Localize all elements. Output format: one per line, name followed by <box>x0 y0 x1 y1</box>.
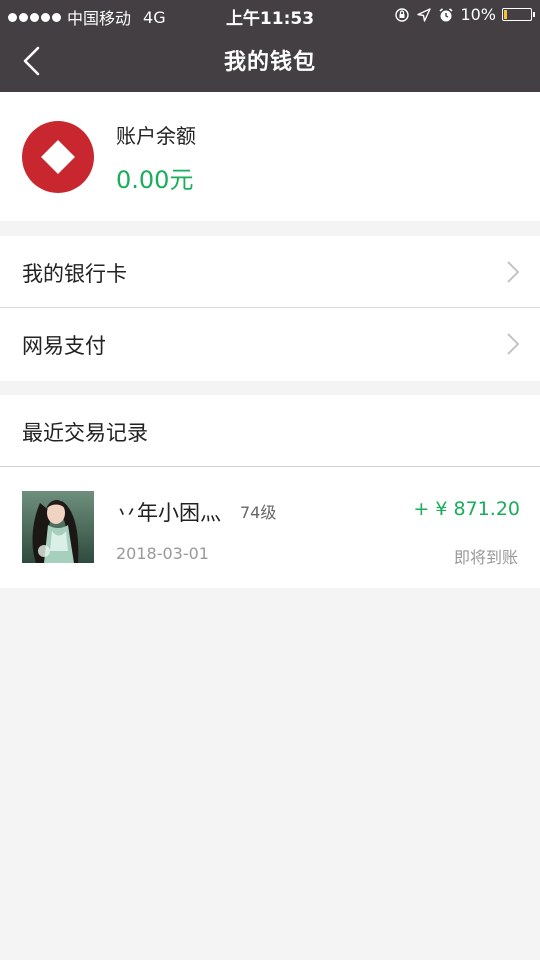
location-arrow-icon <box>417 7 432 22</box>
transaction-date: 2018-03-01 <box>116 544 209 563</box>
chevron-right-icon <box>507 333 520 355</box>
transactions-title: 最近交易记录 <box>22 421 148 445</box>
balance-label: 账户余额 <box>116 124 196 148</box>
transactions-header: 最近交易记录 <box>0 395 540 467</box>
transaction-player-level: 74级 <box>240 503 277 522</box>
recent-transactions: 最近交易记录 丷年小困灬 74级 + ¥ 871.20 2018-03-01 即… <box>0 395 540 588</box>
avatar <box>22 491 94 563</box>
alarm-icon <box>439 7 453 21</box>
transaction-player-name: 丷年小困灬 <box>116 501 221 525</box>
menu-item-bank-cards[interactable]: 我的银行卡 <box>0 236 540 308</box>
battery-icon <box>502 8 535 21</box>
character-portrait-icon <box>22 491 94 563</box>
battery-fill <box>504 10 507 19</box>
wallet-logo-icon <box>22 121 94 193</box>
battery-percent: 10% <box>460 5 496 24</box>
status-right: 10% <box>394 5 535 24</box>
status-bar: 中国移动 4G 上午11:53 10% <box>0 0 540 30</box>
transaction-item[interactable]: 丷年小困灬 74级 + ¥ 871.20 2018-03-01 即将到账 <box>0 467 540 587</box>
top-bar: 中国移动 4G 上午11:53 10% 我的钱包 <box>0 0 540 92</box>
balance-amount: 0.00元 <box>116 166 194 194</box>
transaction-status: 即将到账 <box>453 548 518 567</box>
rotation-lock-icon <box>395 7 410 22</box>
transaction-amount: + ¥ 871.20 <box>413 498 520 520</box>
page-title: 我的钱包 <box>223 50 316 75</box>
chevron-right-icon <box>507 261 520 283</box>
account-balance-card: 账户余额 0.00元 <box>0 92 540 221</box>
menu-item-label: 网易支付 <box>22 334 106 358</box>
wallet-menu: 我的银行卡 网易支付 <box>0 236 540 381</box>
menu-item-label: 我的银行卡 <box>22 262 127 286</box>
menu-item-netease-pay[interactable]: 网易支付 <box>0 308 540 381</box>
